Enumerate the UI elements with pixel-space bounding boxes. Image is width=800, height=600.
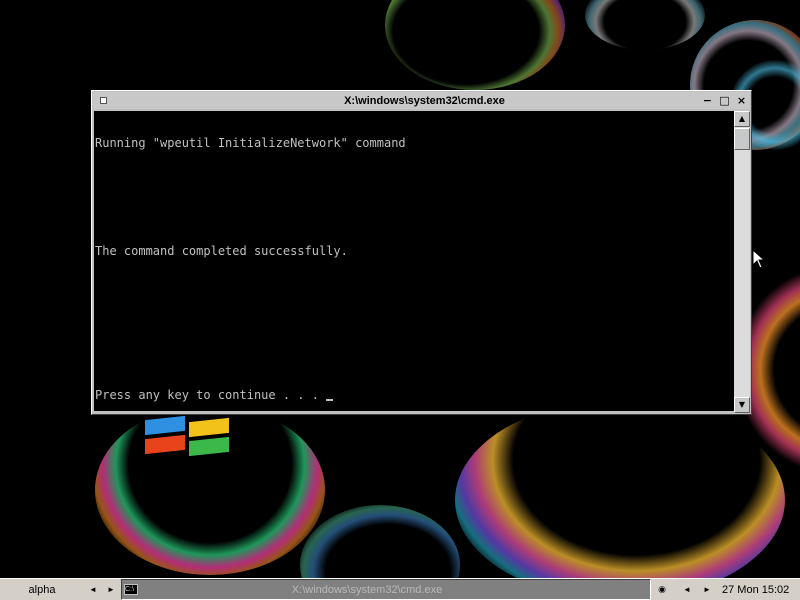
console-prompt-line: Press any key to continue . . . (95, 389, 734, 401)
cmd-icon: C:\ (124, 584, 138, 595)
windows-logo-icon (145, 415, 235, 457)
window-titlebar[interactable]: X:\windows\system32\cmd.exe − □ × (93, 92, 750, 109)
window-bottom-border (94, 411, 734, 414)
tray-scroll-right-button[interactable]: ► (698, 579, 716, 600)
mouse-pointer-icon (752, 249, 766, 269)
wallpaper-bubble (585, 0, 705, 50)
scroll-thumb[interactable] (734, 128, 750, 150)
minimize-button[interactable]: − (699, 93, 716, 108)
wallpaper-bubble (455, 400, 785, 600)
console-line: Running "wpeutil InitializeNetwork" comm… (95, 136, 406, 150)
taskbar-scroll-right-button[interactable]: ► (102, 579, 120, 600)
console-output[interactable]: Running "wpeutil InitializeNetwork" comm… (94, 111, 734, 411)
console-prompt: Press any key to continue . . . (95, 388, 327, 402)
indicator-icon[interactable]: ◉ (655, 579, 669, 600)
text-cursor (326, 399, 334, 401)
system-menu-icon[interactable] (96, 94, 110, 108)
maximize-button[interactable]: □ (716, 93, 733, 108)
task-label: X:\windows\system32\cmd.exe (291, 583, 443, 596)
close-button[interactable]: × (733, 93, 750, 108)
wallpaper-bubble (385, 0, 565, 90)
vertical-scrollbar[interactable]: ▲ ▼ (734, 111, 750, 413)
taskbar-clock[interactable]: 27 Mon 15:02 (722, 579, 800, 600)
tray-scroll-left-button[interactable]: ◄ (678, 579, 696, 600)
scroll-down-button[interactable]: ▼ (734, 397, 750, 413)
cmd-window[interactable]: X:\windows\system32\cmd.exe − □ × Runnin… (91, 90, 752, 415)
window-title: X:\windows\system32\cmd.exe (344, 94, 505, 107)
console-line: The command completed successfully. (95, 244, 348, 258)
start-button[interactable]: alpha (0, 579, 84, 600)
taskbar: alpha ◄ ► C:\ X:\windows\system32\cmd.ex… (0, 578, 800, 600)
scroll-up-button[interactable]: ▲ (734, 111, 750, 127)
taskbar-cmd-task[interactable]: C:\ X:\windows\system32\cmd.exe (121, 579, 651, 600)
taskbar-scroll-left-button[interactable]: ◄ (84, 579, 102, 600)
